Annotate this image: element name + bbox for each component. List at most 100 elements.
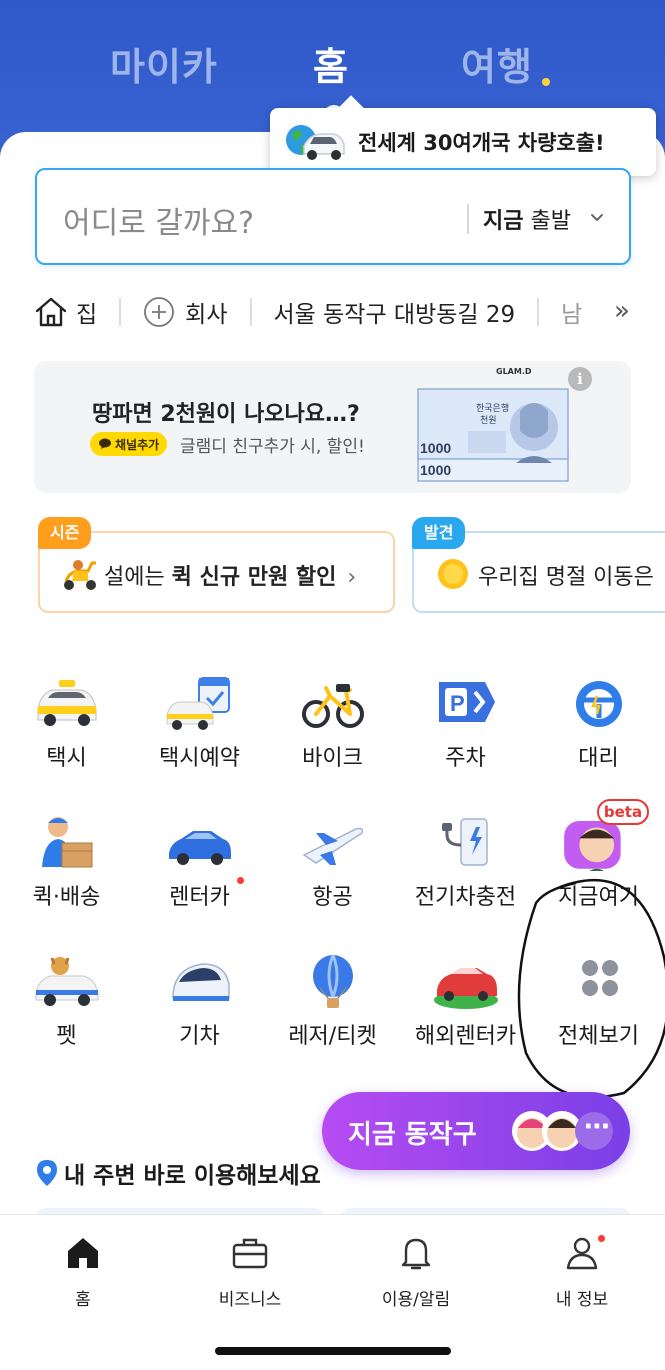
nav-my-info-label: 내 정보 — [555, 1290, 609, 1310]
service-label: 택시 — [46, 746, 87, 771]
service-label: 바이크 — [302, 746, 363, 771]
tab-home[interactable]: 홈 — [313, 36, 349, 91]
now-location-pill[interactable]: 지금 동작구 ⋯ — [322, 1092, 630, 1170]
svg-text:한국은행: 한국은행 — [476, 402, 509, 413]
divider — [249, 298, 252, 326]
destination-search[interactable]: 어디로 갈까요? 지금 출발 — [35, 168, 631, 265]
tab-mycar[interactable]: 마이카 — [110, 36, 218, 91]
banner-subtitle: 글램디 친구추가 시, 할인! — [180, 437, 365, 457]
service-view-all[interactable]: 전체보기 — [532, 954, 665, 1074]
service-taxi-reservation[interactable]: 택시예약 — [133, 676, 266, 796]
divider — [119, 298, 122, 326]
discover-badge: 발견 — [412, 517, 466, 549]
steering-wheel-icon — [576, 681, 622, 727]
service-designated-driver[interactable]: 대리 — [532, 676, 665, 796]
svg-text:P: P — [450, 691, 465, 716]
service-label: 레저/티켓 — [288, 1024, 377, 1049]
shortcut-more-place[interactable]: 남 — [561, 295, 582, 329]
bike-icon — [302, 684, 364, 728]
service-label: 대리 — [578, 746, 619, 771]
service-label: 주차 — [445, 746, 486, 771]
service-bike[interactable]: 바이크 — [266, 676, 399, 796]
service-train[interactable]: 기차 — [133, 954, 266, 1074]
depart-time-selector[interactable]: 지금 출발 — [483, 203, 571, 235]
rental-car-icon — [169, 831, 231, 865]
now-location-label: 지금 동작구 — [348, 1120, 477, 1150]
new-dot — [237, 877, 244, 884]
taxi-reservation-icon — [166, 677, 230, 730]
divider — [537, 298, 540, 326]
global-ride-tooltip[interactable]: 전세계 30여개국 차량호출! — [270, 95, 656, 176]
svg-text:천원: 천원 — [480, 415, 497, 425]
service-quick-delivery[interactable]: 퀵·배송 — [0, 815, 133, 935]
search-divider — [467, 204, 469, 234]
new-dot — [598, 1235, 605, 1242]
nav-notifications-label: 이용/알림 — [381, 1290, 451, 1310]
shortcut-home[interactable]: 집 — [34, 295, 97, 329]
season-text-pre: 설에는 — [104, 565, 172, 590]
shortcut-address[interactable]: 서울 동작구 대방동길 29 — [274, 295, 516, 329]
balloon-icon — [313, 954, 353, 1008]
coin-icon — [438, 559, 468, 589]
nav-home[interactable]: 홈 — [23, 1233, 143, 1310]
nearby-title-text: 내 주변 바로 이용해보세요 — [64, 1163, 321, 1189]
shortcut-more-label: 남 — [561, 302, 583, 328]
chevron-down-icon — [591, 214, 603, 221]
info-icon[interactable]: i — [568, 367, 592, 391]
chat-bubble-icon — [99, 438, 111, 449]
service-overseas-rental[interactable]: 해외렌터카 — [399, 954, 532, 1074]
service-label: 지금여기 — [558, 885, 639, 910]
nav-business[interactable]: 비즈니스 — [190, 1233, 310, 1310]
season-text-bold: 퀵 신규 만원 할인 — [171, 565, 337, 590]
more-dots-icon: ⋯ — [584, 1112, 610, 1142]
search-placeholder: 어디로 갈까요? — [63, 206, 255, 241]
banner-title: 땅파면 2천원이 나오나요…? — [92, 402, 360, 427]
season-promo-card[interactable]: 시즌 설에는 퀵 신규 만원 할인 › — [38, 517, 395, 613]
home-icon — [35, 297, 67, 327]
nav-notifications[interactable]: 이용/알림 — [356, 1233, 476, 1310]
service-label: 펫 — [56, 1024, 77, 1049]
home-indicator — [215, 1347, 451, 1355]
service-parking[interactable]: P 주차 — [399, 676, 532, 796]
promo-banner[interactable]: 땅파면 2천원이 나오나요…? 채널추가 글램디 친구추가 시, 할인! 100… — [34, 361, 631, 493]
delivery-icon — [42, 817, 93, 868]
tab-travel[interactable]: 여행 — [461, 36, 533, 91]
service-label: 전기차충전 — [414, 885, 517, 910]
shortcuts-scroll-arrows[interactable]: » — [608, 296, 630, 326]
parking-icon: P — [439, 682, 495, 722]
saved-places: 집 회사 서울 동작구 대방동길 29 남 — [34, 292, 665, 332]
service-label: 렌터카 — [169, 885, 230, 910]
nav-home-label: 홈 — [75, 1290, 91, 1310]
beta-badge: beta — [597, 799, 649, 825]
location-pin-icon — [37, 1160, 57, 1186]
nav-business-label: 비즈니스 — [218, 1290, 282, 1310]
service-now-here[interactable]: beta 지금여기 — [532, 799, 665, 935]
scooter-icon — [64, 560, 96, 590]
tooltip-text: 전세계 30여개국 차량호출! — [358, 131, 605, 155]
service-leisure-ticket[interactable]: 레저/티켓 — [266, 954, 399, 1074]
nav-my-info[interactable]: 내 정보 — [522, 1233, 642, 1310]
depart-now-label: 지금 — [483, 209, 524, 234]
nearby-section-title: 내 주변 바로 이용해보세요 — [36, 1156, 321, 1190]
plus-circle-icon — [144, 297, 175, 327]
service-pet[interactable]: 펫 — [0, 954, 133, 1074]
service-ev-charging[interactable]: 전기차충전 — [399, 815, 532, 935]
globe-car-icon — [286, 125, 345, 160]
service-label: 전체보기 — [558, 1024, 639, 1049]
bell-icon — [401, 1238, 431, 1270]
overseas-rental-icon — [434, 968, 498, 1009]
bill-value-back: 1000 — [420, 462, 451, 478]
service-rental-car[interactable]: 렌터카 — [133, 815, 266, 935]
discover-promo-card[interactable]: 발견 우리집 명절 이동은 — [412, 517, 665, 613]
grid-icon — [582, 960, 618, 996]
discover-card-text: 우리집 명절 이동은 — [478, 565, 654, 590]
service-airline[interactable]: 항공 — [266, 815, 399, 935]
shortcut-work[interactable]: 회사 — [143, 295, 228, 329]
shortcut-work-label: 회사 — [185, 302, 228, 328]
service-label: 해외렌터카 — [414, 1024, 517, 1049]
ev-charger-icon — [442, 818, 488, 866]
new-dot — [542, 78, 550, 86]
service-label: 퀵·배송 — [32, 885, 101, 910]
service-taxi[interactable]: 택시 — [0, 676, 133, 796]
train-icon — [172, 963, 230, 1001]
